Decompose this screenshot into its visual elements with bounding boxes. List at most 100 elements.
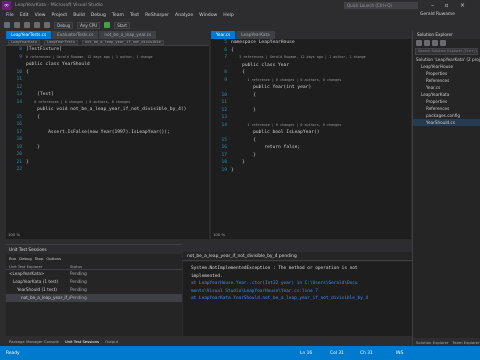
code-line: 12 } <box>211 107 411 115</box>
stack-trace-link[interactable]: at LeapYearHouse.Year..ctor(Int32 year) … <box>191 280 404 288</box>
tab-unit-test-sessions[interactable]: Unit Test Sessions <box>65 339 99 344</box>
test-name: <LeapYearKata> <box>9 271 45 276</box>
code-text: } <box>231 107 256 113</box>
menu-help[interactable]: Help <box>223 13 233 18</box>
stack-trace-link[interactable]: ments\Visual Studio\LeapYearHouse\Year.c… <box>191 288 404 296</box>
line-number: 14 <box>221 122 227 128</box>
user-name[interactable]: Gerald Ruwame <box>420 12 455 17</box>
output-line: System.NotImplementedException : The met… <box>191 266 358 271</box>
code-line: 15 { <box>6 114 209 122</box>
column-test-name[interactable]: Unit Test Explorer <box>6 263 70 269</box>
start-icon[interactable] <box>104 22 111 28</box>
tab-not-be-a-leap-year[interactable]: not_be_a_leap_year.cs <box>99 31 157 39</box>
test-row[interactable]: not_be_a_leap_year_if_not_divisible_by_4… <box>6 294 182 302</box>
test-output[interactable]: System.NotImplementedException : The met… <box>183 262 412 336</box>
solution-tree-item[interactable]: packages.config <box>413 112 480 119</box>
line-number: 17 <box>221 152 227 158</box>
member-dropdown[interactable]: not_be_a_leap_year_if_not_divisible <box>82 39 164 45</box>
code-line: 18 } <box>211 159 411 167</box>
menu-file[interactable]: File <box>6 13 14 18</box>
undo-icon[interactable] <box>44 22 50 28</box>
solution-tree-item[interactable]: Properties <box>413 70 480 77</box>
tab-evaluatortests[interactable]: EvaluatorTests.cs <box>52 31 99 39</box>
test-row[interactable]: <LeapYearKata> Pending <box>6 270 182 278</box>
code-line: public void not_be_a_leap_year_if_not_di… <box>6 106 209 114</box>
line-number: 17 <box>16 129 22 135</box>
close-button[interactable]: × <box>456 1 469 10</box>
stack-trace-link[interactable]: at LeapYearKata.YearShould.not_be_a_leap… <box>191 295 404 303</box>
back-icon[interactable] <box>4 22 10 28</box>
minimize-button[interactable]: – <box>426 1 439 10</box>
left-code-editor[interactable]: LeapYearKata LeapYearTests not_be_a_leap… <box>6 39 209 239</box>
test-row[interactable]: YearShould (1 test) Pending <box>6 286 182 294</box>
tab-output[interactable]: Output <box>105 339 118 344</box>
tab-team-explorer[interactable]: Team Explorer <box>452 340 479 345</box>
debug-tests-button[interactable]: Debug <box>19 256 32 261</box>
project-dropdown[interactable]: LeapYearKata <box>8 39 40 45</box>
menu-test[interactable]: Test <box>130 13 139 18</box>
solution-tree-item[interactable]: LeapYearHouse <box>413 63 480 70</box>
menu-project[interactable]: Project <box>52 13 68 18</box>
right-zoom-level[interactable]: 100 % <box>213 232 225 237</box>
tab-year-cs[interactable]: Year.cs <box>211 31 236 39</box>
codelens-info[interactable]: 0 references | 0 changes | 0 authors, 0 … <box>26 100 130 104</box>
start-button[interactable]: Start <box>114 21 130 29</box>
line-number: 11 <box>16 77 22 82</box>
menu-resharper[interactable]: ReSharper <box>145 13 169 18</box>
window-title: LeapYearKata - Microsoft Visual Studio <box>15 3 103 8</box>
menu-debug[interactable]: Debug <box>91 13 106 18</box>
codelens-info[interactable]: 0 references | Gerald Ruwame, 12 days ag… <box>26 55 153 59</box>
line-number: 7 <box>224 55 227 60</box>
code-line: 10 { <box>211 92 411 100</box>
code-line: 22 <box>6 166 209 174</box>
stop-tests-button[interactable]: Stop <box>35 256 44 261</box>
home-icon[interactable] <box>416 40 422 46</box>
solution-tree-item[interactable]: References <box>413 105 480 112</box>
run-tests-button[interactable]: Run <box>9 256 16 261</box>
codelens-info[interactable]: 1 reference | 0 changes | 0 authors, 0 c… <box>231 78 341 82</box>
menu-analyze[interactable]: Analyze <box>175 13 193 18</box>
status-line: Ln 16 <box>300 350 313 356</box>
status-column: Col 31 <box>330 350 344 356</box>
line-number: 13 <box>16 92 22 97</box>
quick-launch-input[interactable]: Quick Launch (Ctrl+Q) <box>344 2 418 9</box>
menu-edit[interactable]: Edit <box>20 13 29 18</box>
menu-team[interactable]: Team <box>112 13 124 18</box>
bottom-tool-tabs: Package Manager Console Unit Test Sessio… <box>6 336 182 346</box>
tab-leapyeartests[interactable]: LeapYearTests.cs <box>6 31 52 39</box>
codelens-info[interactable]: 1 reference | 0 changes | 0 authors, 0 c… <box>231 123 341 127</box>
forward-icon[interactable] <box>14 22 20 28</box>
tab-leapyearkata[interactable]: LeapYearKata <box>236 31 275 39</box>
test-options-button[interactable]: Options <box>46 256 61 261</box>
tab-solution-explorer[interactable]: Solution Explorer <box>416 340 448 345</box>
menu-view[interactable]: View <box>35 13 46 18</box>
line-number: 9 <box>19 54 22 60</box>
solution-tree-item[interactable]: Solution 'LeapYearKata' (2 projects) <box>413 56 480 63</box>
save-icon[interactable] <box>34 22 40 28</box>
code-line: 14 1 reference | 0 changes | 0 authors, … <box>211 122 411 130</box>
column-status[interactable]: Status <box>70 263 130 269</box>
menu-build[interactable]: Build <box>73 13 85 18</box>
collapse-all-icon[interactable] <box>432 40 438 46</box>
configuration-dropdown[interactable]: Debug <box>54 21 74 29</box>
line-number: 8 <box>224 70 227 75</box>
tab-package-manager-console[interactable]: Package Manager Console <box>9 339 59 344</box>
left-zoom-level[interactable]: 100 % <box>8 232 20 237</box>
maximize-button[interactable]: ▫ <box>440 1 453 10</box>
solution-tree-item[interactable]: Year.cs <box>413 84 480 91</box>
solution-tree-item[interactable]: Properties <box>413 98 480 105</box>
properties-icon[interactable] <box>440 40 446 46</box>
solution-tree-item[interactable]: References <box>413 77 480 84</box>
right-code-editor[interactable]: 5 namespace LeapYearHouse 6{7 3 references… <box>211 39 411 239</box>
solution-tree-item[interactable]: LeapYearKata <box>413 91 480 98</box>
test-row[interactable]: LeapYearKata (1 test) Pending <box>6 278 182 286</box>
menu-window[interactable]: Window <box>199 13 217 18</box>
refresh-icon[interactable] <box>424 40 430 46</box>
solution-tree-item[interactable]: YearShould.cs <box>413 119 480 126</box>
class-dropdown[interactable]: LeapYearTests <box>43 39 79 45</box>
line-number: 13 <box>221 115 227 120</box>
new-file-icon[interactable] <box>24 22 30 28</box>
codelens-info[interactable]: 3 references | Gerald Ruwame, 12 days ag… <box>231 55 366 59</box>
platform-dropdown[interactable]: Any CPU <box>77 21 101 29</box>
solution-search-input[interactable]: Search Solution Explorer (Ctrl+;) <box>415 48 478 55</box>
